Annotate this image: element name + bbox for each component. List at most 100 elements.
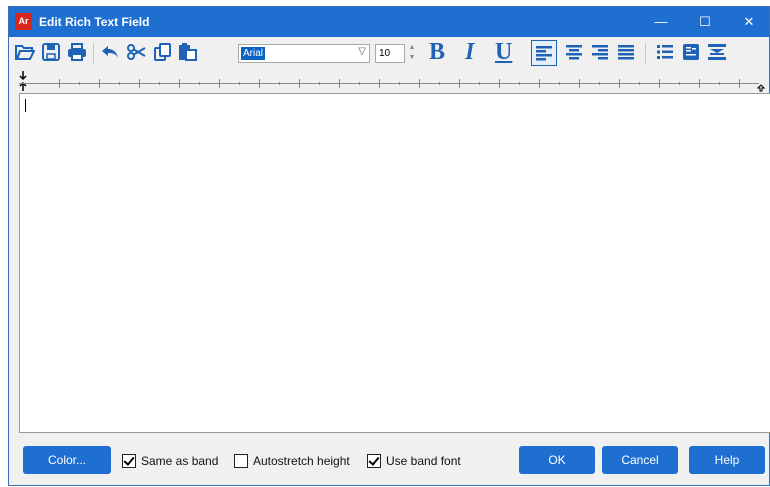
autostretch-height-label: Autostretch height [253, 454, 350, 468]
ruler-tick [479, 82, 480, 85]
ruler-tick [239, 82, 240, 85]
insert-expression-button[interactable] [680, 41, 702, 63]
edit-rich-text-dialog: Ar Edit Rich Text Field — ☐ ✕ Arial ▽ 10… [8, 6, 770, 486]
help-button[interactable]: Help [689, 446, 765, 474]
bullet-list-button[interactable] [654, 41, 676, 63]
copy-icon [154, 43, 171, 61]
autostretch-height-checkbox[interactable]: Autostretch height [234, 454, 350, 468]
ruler-tick [739, 79, 740, 88]
align-justify-button[interactable] [615, 41, 637, 63]
same-as-band-checkbox[interactable]: Same as band [122, 454, 218, 468]
floppy-disk-icon [42, 43, 60, 61]
color-button[interactable]: Color... [23, 446, 111, 474]
align-justify-icon [618, 45, 634, 60]
font-size-input[interactable]: 10 [375, 44, 405, 63]
ruler-tick [699, 79, 700, 88]
bullet-list-icon [657, 45, 673, 59]
paste-button[interactable] [177, 41, 199, 63]
copy-button[interactable] [152, 41, 174, 63]
ruler-tick [639, 82, 640, 85]
title-bar: Ar Edit Rich Text Field — ☐ ✕ [9, 7, 769, 37]
ruler-tick [319, 82, 320, 85]
checkbox-checked-icon[interactable] [122, 454, 136, 468]
print-button[interactable] [66, 41, 88, 63]
ruler-baseline [19, 83, 759, 84]
ruler-tick [299, 79, 300, 88]
ruler-tick [59, 79, 60, 88]
ruler-tick [339, 79, 340, 88]
underline-button[interactable]: U [495, 39, 512, 66]
ruler-tick [159, 82, 160, 85]
ruler-tick [459, 79, 460, 88]
font-name-select[interactable]: Arial ▽ [238, 44, 370, 63]
ruler-tick [719, 82, 720, 85]
spin-up-icon[interactable]: ▲ [407, 43, 417, 53]
ruler-tick [419, 79, 420, 88]
undo-arrow-icon [102, 46, 118, 58]
ruler-tick [539, 79, 540, 88]
ruler [19, 71, 769, 93]
ruler-tick [359, 82, 360, 85]
ruler-tick [499, 79, 500, 88]
toolbar-separator [93, 43, 94, 63]
align-right-icon [592, 45, 608, 60]
open-file-button[interactable] [14, 41, 36, 63]
printer-icon [68, 43, 86, 61]
paragraph-spacing-icon [708, 44, 726, 60]
align-center-icon [566, 45, 582, 60]
minimize-button[interactable]: — [639, 7, 683, 37]
toolbar-separator [645, 43, 646, 63]
align-left-icon [536, 46, 552, 61]
ruler-tick [199, 82, 200, 85]
paragraph-format-button[interactable] [706, 41, 728, 63]
ruler-tick [99, 79, 100, 88]
ruler-tick [679, 82, 680, 85]
cancel-button[interactable]: Cancel [602, 446, 678, 474]
use-band-font-label: Use band font [386, 454, 461, 468]
ruler-tick [399, 82, 400, 85]
ruler-tick [379, 79, 380, 88]
ruler-tick [579, 79, 580, 88]
maximize-button[interactable]: ☐ [683, 7, 727, 37]
ruler-tick [519, 82, 520, 85]
save-button[interactable] [40, 41, 62, 63]
paste-clipboard-icon [179, 43, 197, 61]
ruler-tick [179, 79, 180, 88]
first-line-indent-marker-icon[interactable] [19, 71, 27, 91]
use-band-font-checkbox[interactable]: Use band font [367, 454, 461, 468]
ruler-tick [619, 79, 620, 88]
chevron-down-icon: ▽ [358, 46, 366, 57]
scissors-icon [127, 44, 146, 60]
italic-button[interactable]: I [465, 39, 474, 66]
same-as-band-label: Same as band [141, 454, 219, 468]
ruler-tick [79, 82, 80, 85]
ruler-tick [439, 82, 440, 85]
bold-button[interactable]: B [429, 39, 445, 66]
formula-icon [683, 44, 699, 60]
ruler-tick [119, 82, 120, 85]
close-button[interactable]: ✕ [727, 7, 770, 37]
ruler-tick [259, 79, 260, 88]
right-indent-marker-icon[interactable] [757, 84, 765, 92]
ruler-tick [559, 82, 560, 85]
ruler-tick [139, 79, 140, 88]
ruler-tick [659, 79, 660, 88]
font-name-value: Arial [241, 47, 266, 60]
cut-button[interactable] [126, 41, 148, 63]
text-caret [25, 99, 26, 112]
align-right-button[interactable] [589, 41, 611, 63]
checkbox-unchecked-icon[interactable] [234, 454, 248, 468]
dialog-footer: Color... Same as band Autostretch height… [9, 443, 769, 479]
spin-down-icon[interactable]: ▼ [407, 53, 417, 63]
ruler-tick [599, 82, 600, 85]
font-size-spinner[interactable]: ▲ ▼ [407, 43, 417, 64]
window-title: Edit Rich Text Field [39, 15, 150, 29]
rich-text-editor[interactable] [19, 93, 770, 433]
checkbox-checked-icon[interactable] [367, 454, 381, 468]
undo-button[interactable] [99, 41, 121, 63]
align-center-button[interactable] [563, 41, 585, 63]
ok-button[interactable]: OK [519, 446, 595, 474]
ruler-tick [279, 82, 280, 85]
folder-open-icon [15, 45, 35, 60]
align-left-button[interactable] [531, 40, 557, 66]
